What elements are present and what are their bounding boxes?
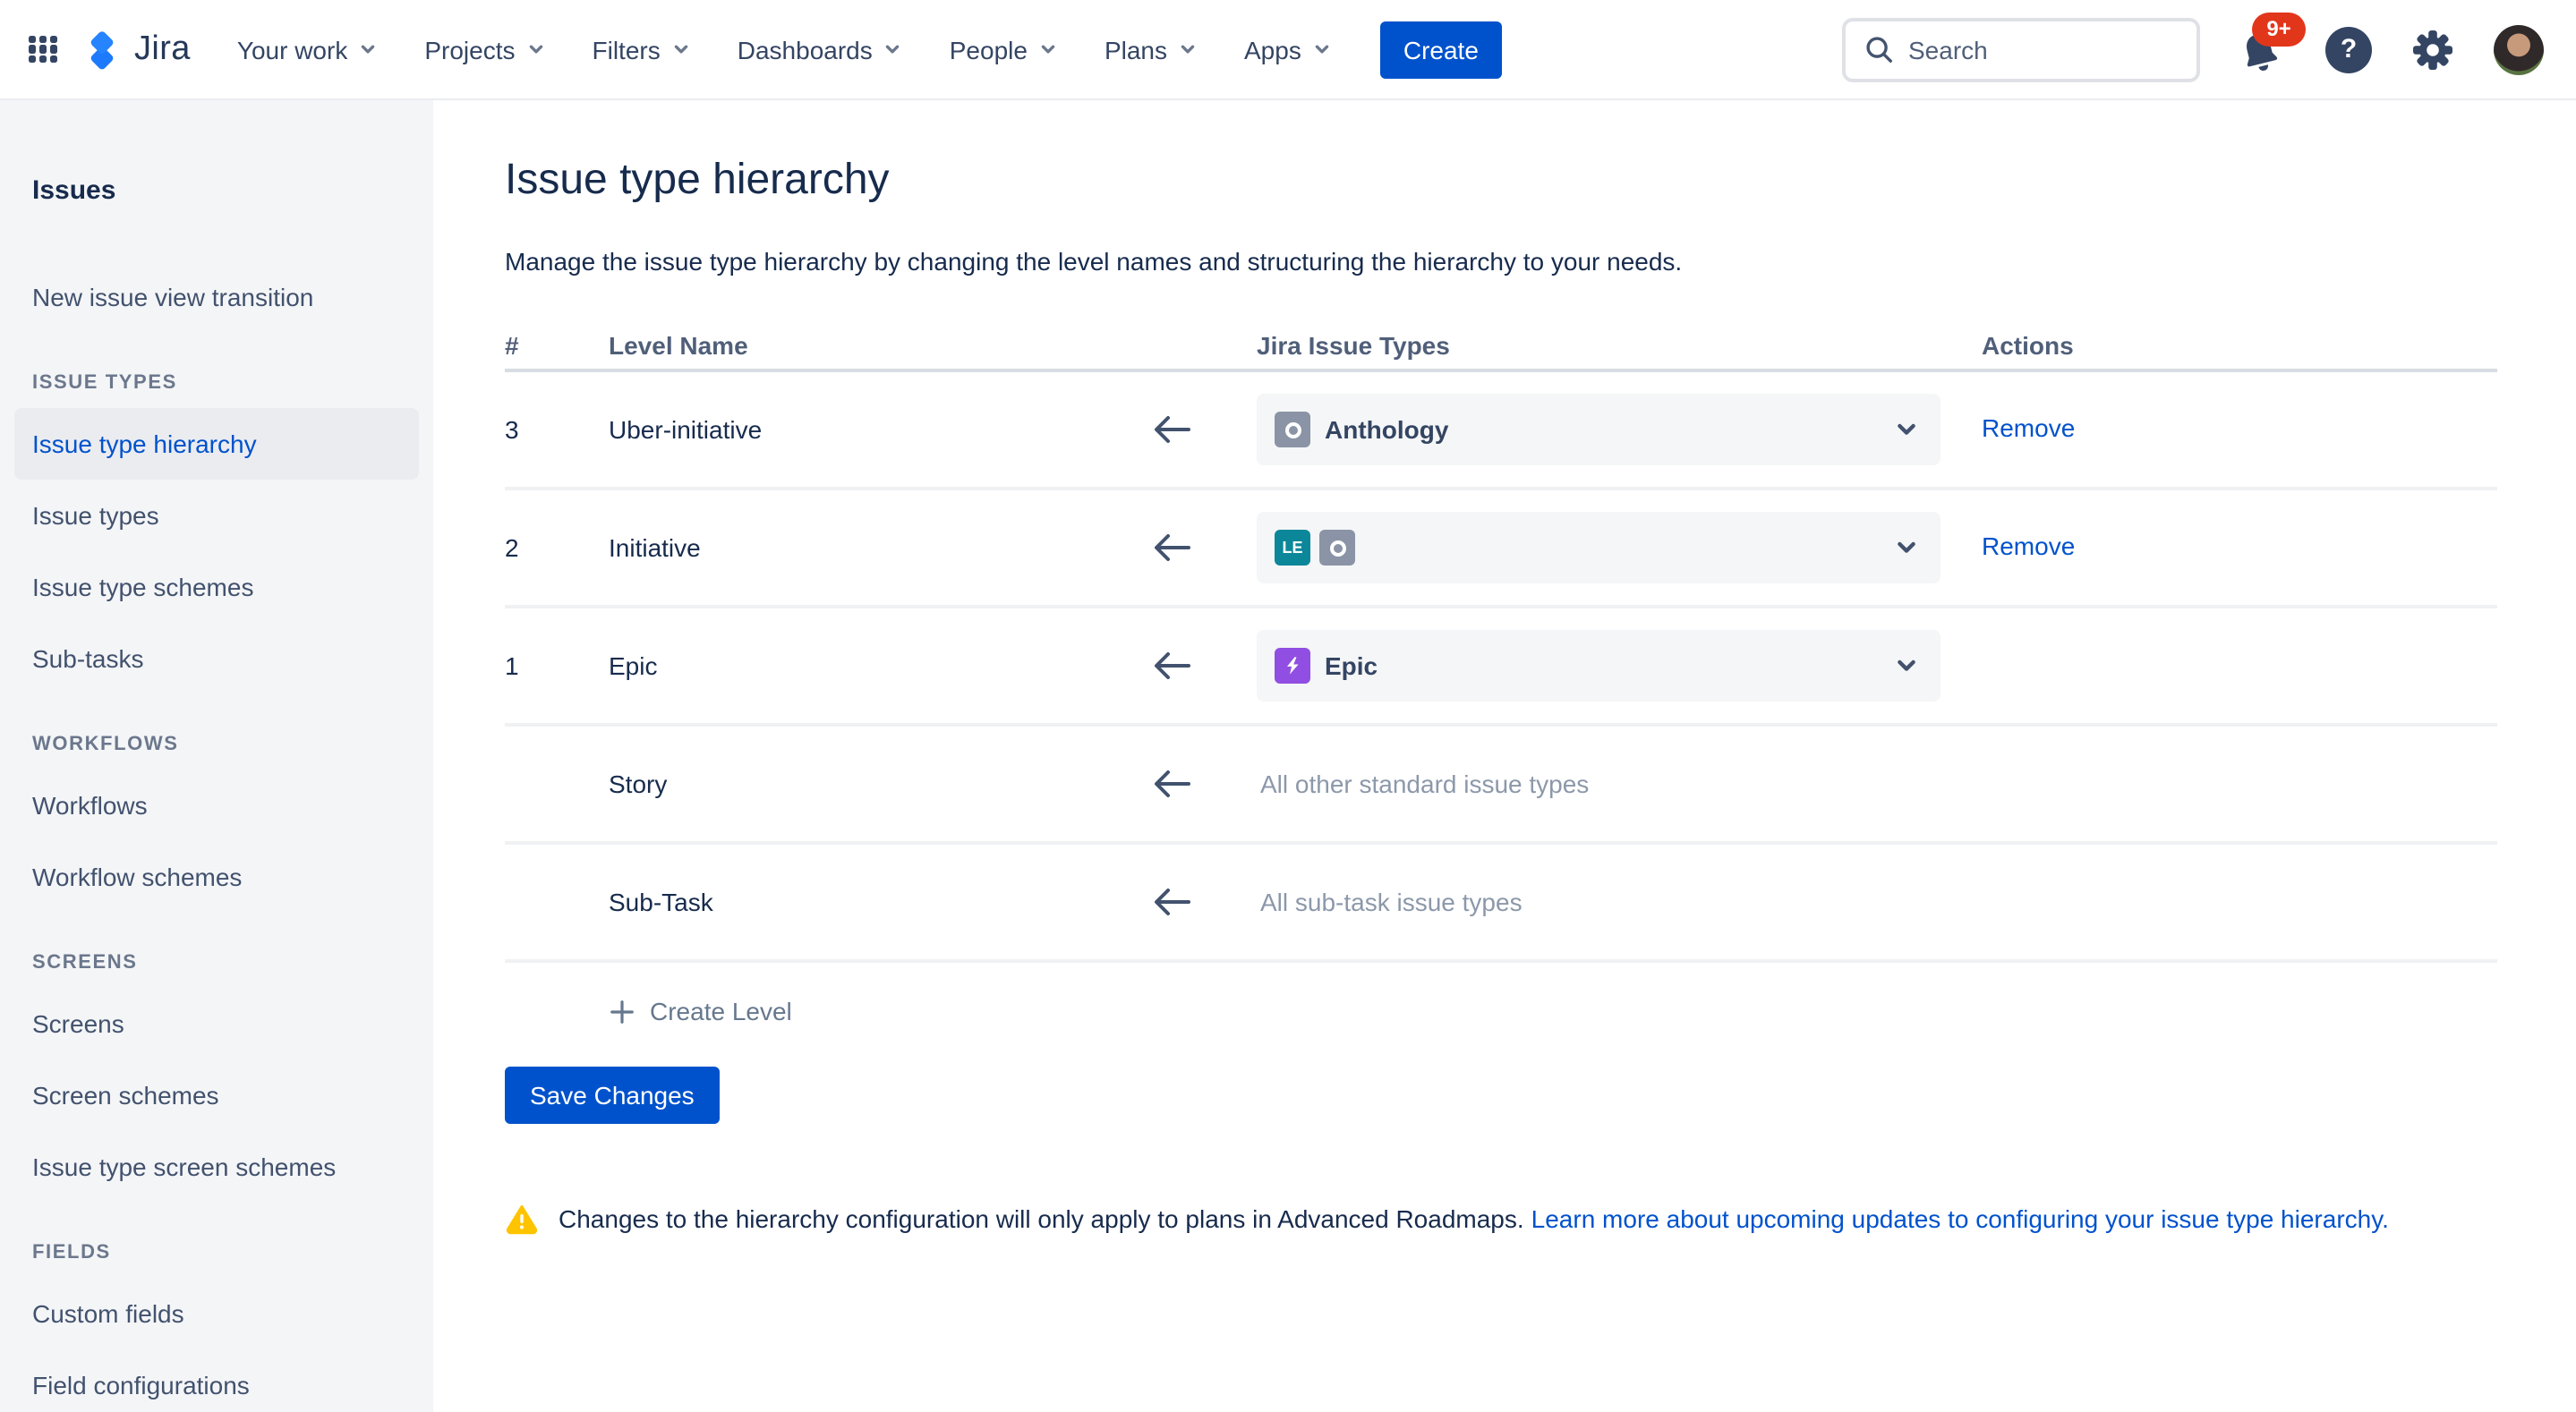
table-row: 1 Epic Epic [505, 608, 2497, 727]
column-header-level-name: Level Name [598, 331, 1117, 360]
table-row: Sub-Task All sub-task issue types [505, 845, 2497, 963]
chevron-down-icon [525, 38, 548, 61]
sidebar-title: Issues [14, 154, 419, 225]
help-icon[interactable]: ? [2325, 26, 2372, 72]
left-arrow-icon [1153, 770, 1192, 798]
create-level-button[interactable]: Create Level [609, 991, 2576, 1031]
learn-more-link[interactable]: Learn more about upcoming updates to con… [1531, 1204, 2389, 1233]
main-content: Issue type hierarchy Manage the issue ty… [433, 100, 2576, 1412]
nav-filters[interactable]: Filters [593, 35, 693, 64]
sidebar-item-workflows[interactable]: Workflows [14, 770, 419, 841]
issue-type-select[interactable]: Epic [1257, 630, 1941, 702]
top-navigation-bar: Jira Your work Projects Filters Dashboar… [0, 0, 2576, 100]
chevron-down-icon [1310, 38, 1334, 61]
sidebar-item-screens[interactable]: Screens [14, 988, 419, 1059]
sidebar-item-issue-type-schemes[interactable]: Issue type schemes [14, 551, 419, 623]
table-row: Story All other standard issue types [505, 727, 2497, 845]
notification-count-badge: 9+ [2252, 12, 2306, 46]
chevron-down-icon [670, 38, 693, 61]
sidebar-heading-workflows: WORKFLOWS [14, 727, 419, 762]
topbar-right-cluster: 9+ ? [1842, 17, 2544, 81]
level-name: Epic [598, 651, 1117, 680]
left-arrow-icon [1153, 533, 1192, 562]
jira-logo-text: Jira [134, 30, 191, 69]
chevron-down-icon [882, 38, 905, 61]
search-box[interactable] [1842, 17, 2200, 81]
sidebar-item-issue-type-hierarchy[interactable]: Issue type hierarchy [14, 408, 419, 480]
chevron-down-icon [1894, 535, 1919, 560]
table-row: 2 Initiative LE Remove [505, 490, 2497, 608]
level-number: 1 [505, 651, 598, 680]
sidebar-item-field-configurations[interactable]: Field configurations [14, 1349, 419, 1412]
level-name: Initiative [598, 533, 1117, 562]
sidebar-item-workflow-schemes[interactable]: Workflow schemes [14, 841, 419, 913]
chevron-down-icon [1176, 38, 1199, 61]
sidebar-item-screen-schemes[interactable]: Screen schemes [14, 1059, 419, 1131]
sidebar-heading-fields: FIELDS [14, 1235, 419, 1271]
sidebar-item-new-issue-view-transition[interactable]: New issue view transition [14, 261, 419, 333]
nav-apps[interactable]: Apps [1244, 35, 1334, 64]
left-arrow-icon [1153, 651, 1192, 680]
level-name: Story [598, 770, 1117, 798]
nav-people[interactable]: People [950, 35, 1060, 64]
create-button[interactable]: Create [1380, 21, 1502, 78]
warning-triangle-icon [505, 1203, 539, 1235]
sidebar-item-issue-types[interactable]: Issue types [14, 480, 419, 551]
column-header-number: # [505, 331, 598, 360]
sidebar-item-issue-type-screen-schemes[interactable]: Issue type screen schemes [14, 1131, 419, 1203]
settings-sidebar: Issues New issue view transition ISSUE T… [0, 100, 433, 1412]
remove-level-button[interactable]: Remove [1982, 532, 2075, 560]
table-header-row: # Level Name Jira Issue Types Actions [505, 322, 2497, 372]
issue-types-placeholder: All sub-task issue types [1257, 888, 1941, 916]
remove-level-button[interactable]: Remove [1982, 413, 2075, 442]
settings-gear-icon[interactable] [2410, 26, 2456, 72]
issue-type-select-value: Anthology [1325, 415, 1448, 444]
app-switcher-icon[interactable] [29, 35, 57, 64]
nav-your-work[interactable]: Your work [237, 35, 380, 64]
search-input[interactable] [1908, 35, 2177, 64]
warning-text: Changes to the hierarchy configuration w… [559, 1204, 2389, 1233]
chevron-down-icon [1894, 653, 1919, 678]
chevron-down-icon [356, 38, 380, 61]
level-name: Uber-initiative [598, 415, 1117, 444]
left-arrow-icon [1153, 888, 1192, 916]
sidebar-item-custom-fields[interactable]: Custom fields [14, 1278, 419, 1349]
search-icon [1864, 34, 1894, 64]
hierarchy-table: # Level Name Jira Issue Types Actions 3 … [505, 322, 2497, 963]
roadmaps-warning: Changes to the hierarchy configuration w… [505, 1203, 2576, 1235]
epic-issue-type-icon [1275, 648, 1310, 684]
column-header-actions: Actions [1941, 331, 2497, 360]
level-name: Sub-Task [598, 888, 1117, 916]
plus-icon [609, 998, 635, 1025]
jira-logo-icon [79, 26, 125, 72]
left-arrow-icon [1153, 415, 1192, 444]
level-number: 3 [505, 415, 598, 444]
sidebar-heading-issue-types: ISSUE TYPES [14, 365, 419, 401]
level-number: 2 [505, 533, 598, 562]
generic-issue-type-icon [1275, 412, 1310, 447]
nav-plans[interactable]: Plans [1105, 35, 1199, 64]
chevron-down-icon [1036, 38, 1060, 61]
user-avatar[interactable] [2494, 24, 2544, 74]
nav-projects[interactable]: Projects [424, 35, 547, 64]
issue-type-select[interactable]: LE [1257, 512, 1941, 583]
generic-issue-type-icon [1319, 530, 1355, 566]
sidebar-item-sub-tasks[interactable]: Sub-tasks [14, 623, 419, 694]
notifications-button[interactable]: 9+ [2238, 24, 2288, 74]
page-description: Manage the issue type hierarchy by chang… [505, 247, 2576, 276]
page: Jira Your work Projects Filters Dashboar… [0, 0, 2576, 1412]
page-title: Issue type hierarchy [505, 154, 2576, 208]
column-header-jira-issue-types: Jira Issue Types [1257, 331, 1941, 360]
save-changes-button[interactable]: Save Changes [505, 1067, 720, 1124]
issue-type-select[interactable]: Anthology [1257, 394, 1941, 465]
le-issue-type-icon: LE [1275, 530, 1310, 566]
sidebar-heading-screens: SCREENS [14, 945, 419, 981]
jira-logo[interactable]: Jira [79, 26, 191, 72]
chevron-down-icon [1894, 417, 1919, 442]
primary-nav: Your work Projects Filters Dashboards Pe… [237, 35, 1334, 64]
issue-type-select-value: Epic [1325, 651, 1378, 680]
issue-types-placeholder: All other standard issue types [1257, 770, 1941, 798]
table-row: 3 Uber-initiative Anthology Remove [505, 372, 2497, 490]
nav-dashboards[interactable]: Dashboards [738, 35, 905, 64]
